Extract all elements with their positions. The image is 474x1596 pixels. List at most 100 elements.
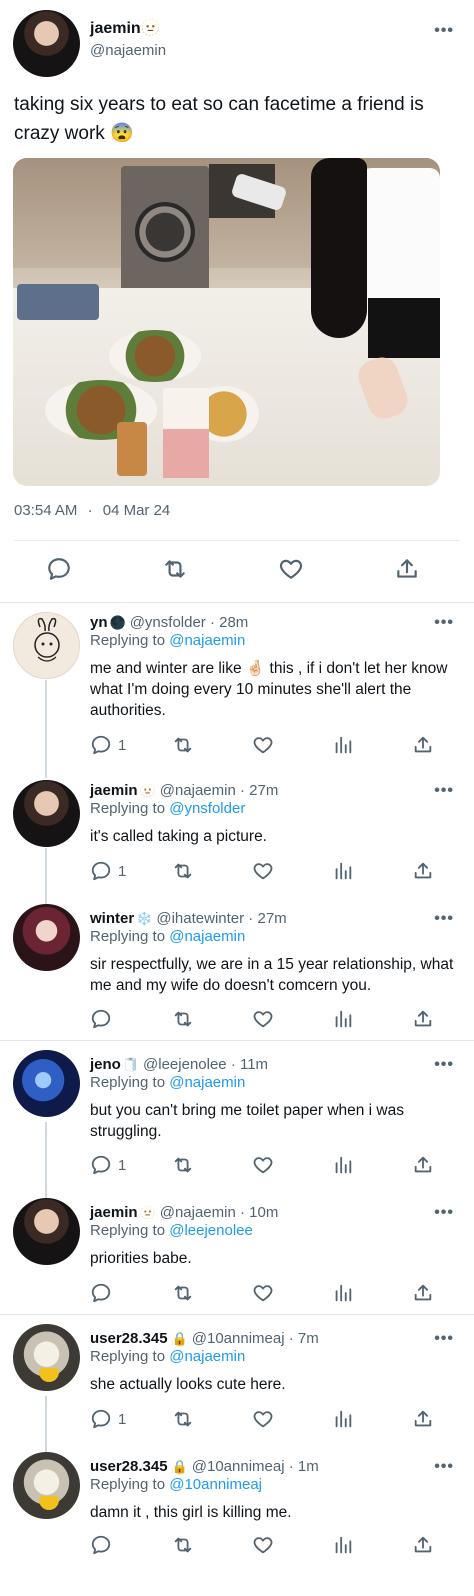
reply-button[interactable] [90, 1534, 118, 1556]
reply-text: but you can't bring me toilet paper when… [90, 1102, 404, 1140]
reply-author[interactable]: jaemin 🫥 @najaemin · 27m [90, 782, 278, 799]
mention-link[interactable]: @najaemin [169, 928, 245, 945]
share-icon [412, 1154, 434, 1176]
more-options-icon[interactable]: ••• [434, 1204, 454, 1222]
views-button[interactable] [332, 734, 354, 756]
reply-author[interactable]: winter ❄️ @ihatewinter · 27m [90, 910, 287, 927]
share-button[interactable] [412, 1534, 434, 1556]
retweet-button[interactable] [172, 1154, 194, 1176]
share-button[interactable] [394, 556, 420, 582]
reply-tweet: jeno 🧻 @leejenolee · 11m ••• Replying to @… [0, 1050, 474, 1200]
like-button[interactable] [252, 860, 274, 882]
like-icon [252, 1534, 274, 1556]
like-button[interactable] [278, 556, 304, 582]
reply-button[interactable] [46, 556, 72, 582]
retweet-button[interactable] [172, 860, 194, 882]
avatar[interactable] [13, 612, 80, 679]
retweet-icon [172, 734, 194, 756]
avatar[interactable] [13, 780, 80, 847]
reply-button[interactable]: 1 [90, 860, 126, 882]
reply-author[interactable]: yn 🌑 @ynsfolder · 28m [90, 614, 248, 631]
reply-author[interactable]: user28.345 🔒 @10annimeaj · 1m [90, 1458, 319, 1475]
views-button[interactable] [332, 1154, 354, 1176]
photo-tissue-box [17, 284, 99, 320]
mention-link[interactable]: @najaemin [169, 632, 245, 649]
more-options-icon[interactable]: ••• [434, 1056, 454, 1074]
author-handle[interactable]: @najaemin [90, 42, 166, 59]
share-button[interactable] [412, 1282, 434, 1304]
more-options-icon[interactable]: ••• [434, 22, 454, 40]
more-options-icon[interactable]: ••• [434, 614, 454, 632]
photo-washer [121, 166, 209, 294]
like-button[interactable] [252, 1154, 274, 1176]
timestamp-separator: · [87, 502, 93, 519]
more-options-icon[interactable]: ••• [434, 1458, 454, 1476]
like-button[interactable] [252, 1282, 274, 1304]
replying-to: Replying to @leejenolee [90, 1222, 253, 1239]
reply-button[interactable] [90, 1008, 118, 1030]
reply-button[interactable]: 1 [90, 734, 126, 756]
divider [0, 602, 474, 603]
retweet-icon [172, 1154, 194, 1176]
views-button[interactable] [332, 860, 354, 882]
retweet-icon [162, 556, 188, 582]
reply-button[interactable] [90, 1282, 118, 1304]
like-button[interactable] [252, 1008, 274, 1030]
like-icon [252, 1154, 274, 1176]
like-button[interactable] [252, 734, 274, 756]
like-button[interactable] [252, 1534, 274, 1556]
share-button[interactable] [412, 860, 434, 882]
reply-author[interactable]: jaemin 🫥 @najaemin · 10m [90, 1204, 278, 1221]
mention-link[interactable]: @leejenolee [169, 1222, 253, 1239]
avatar[interactable] [13, 1452, 80, 1519]
reply-button[interactable]: 1 [90, 1154, 126, 1176]
reply-text: priorities babe. [90, 1250, 192, 1267]
reply-handle: @najaemin · 27m [159, 782, 279, 799]
mention-link[interactable]: @10annimeaj [169, 1476, 262, 1493]
replying-to: Replying to @10annimeaj [90, 1476, 263, 1493]
share-button[interactable] [412, 1008, 434, 1030]
views-button[interactable] [332, 1008, 354, 1030]
reply-icon [90, 860, 112, 882]
views-icon [332, 1154, 354, 1176]
reply-author[interactable]: user28.345 🔒 @10annimeaj · 7m [90, 1330, 319, 1347]
more-options-icon[interactable]: ••• [434, 782, 454, 800]
share-button[interactable] [412, 1408, 434, 1430]
reply-button[interactable]: 1 [90, 1408, 126, 1430]
tweet-photo[interactable] [13, 158, 440, 486]
reply-tweet: winter ❄️ @ihatewinter · 27m ••• Replying … [0, 904, 474, 1032]
more-options-icon[interactable]: ••• [434, 1330, 454, 1348]
share-button[interactable] [412, 1154, 434, 1176]
reply-text: sir respectfully, we are in a 15 year re… [90, 956, 454, 994]
avatar[interactable] [13, 1050, 80, 1117]
reply-icon [90, 1534, 112, 1556]
mention-link[interactable]: @najaemin [169, 1348, 245, 1365]
views-button[interactable] [332, 1282, 354, 1304]
views-button[interactable] [332, 1408, 354, 1430]
reply-count: 1 [118, 862, 127, 880]
author-name[interactable]: jaemin🫥 [90, 18, 161, 38]
avatar[interactable] [13, 904, 80, 971]
views-icon [332, 1282, 354, 1304]
mention-link[interactable]: @ynsfolder [169, 800, 245, 817]
avatar[interactable] [13, 1324, 80, 1391]
share-button[interactable] [412, 734, 434, 756]
mention-link[interactable]: @najaemin [169, 1074, 245, 1091]
replying-to: Replying to @najaemin [90, 1074, 246, 1091]
reply-handle: @ynsfolder · 28m [129, 614, 249, 631]
reply-author[interactable]: jeno 🧻 @leejenolee · 11m [90, 1056, 268, 1073]
retweet-button[interactable] [172, 1534, 194, 1556]
retweet-button[interactable] [172, 1282, 194, 1304]
more-options-icon[interactable]: ••• [434, 910, 454, 928]
reply-tweet: jaemin 🫥 @najaemin · 27m ••• Replying to @… [0, 776, 474, 896]
reply-icon [90, 1408, 112, 1430]
like-button[interactable] [252, 1408, 274, 1430]
retweet-button[interactable] [162, 556, 188, 582]
retweet-button[interactable] [172, 734, 194, 756]
retweet-button[interactable] [172, 1008, 194, 1030]
avatar[interactable] [13, 1198, 80, 1265]
retweet-button[interactable] [172, 1408, 194, 1430]
avatar[interactable] [13, 10, 80, 77]
timestamp[interactable]: 03:54 AM · 04 Mar 24 [14, 502, 170, 519]
views-button[interactable] [332, 1534, 354, 1556]
